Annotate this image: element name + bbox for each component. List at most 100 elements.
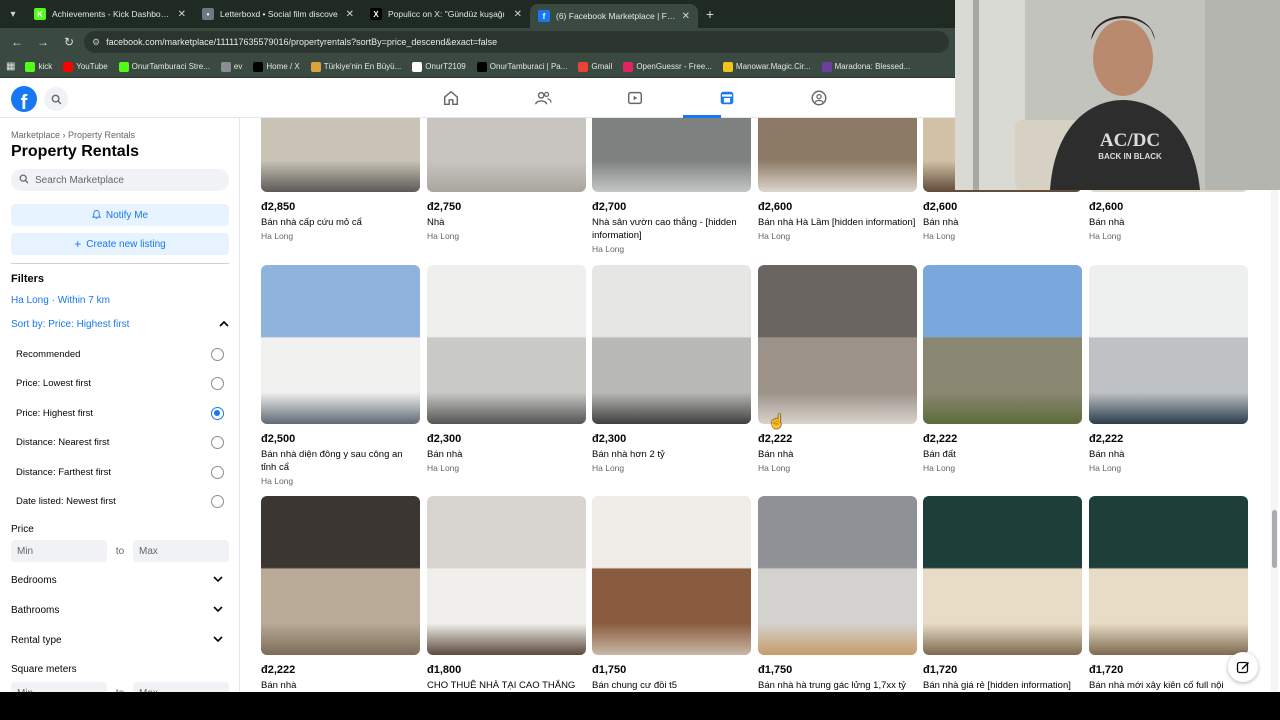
bookmark-item[interactable]: Türkiye'nin En Büyü...	[310, 61, 401, 72]
filter-dropdown[interactable]: Bathrooms	[11, 605, 223, 616]
marketplace-icon[interactable]	[681, 78, 773, 118]
apps-grid-icon[interactable]: ▦	[6, 61, 15, 72]
listing-card[interactable]: đ1,720 Bán nhà giá rẻ [hidden information…	[923, 496, 1082, 692]
listing-photo[interactable]	[427, 265, 586, 424]
browser-tab[interactable]: K Achievements - Kick Dashboard ✕	[26, 0, 194, 28]
chevron-down-icon	[213, 635, 223, 646]
bookmark-item[interactable]: YouTube	[63, 61, 108, 72]
radio-button[interactable]	[211, 348, 224, 361]
bookmark-item[interactable]: OnurT2109	[412, 61, 466, 72]
listing-photo[interactable]	[427, 496, 586, 655]
listing-card[interactable]: đ2,600 Bán nhà Hà Lầm [hidden information…	[758, 118, 917, 241]
notify-me-button[interactable]: Notify Me	[11, 204, 229, 226]
listing-photo[interactable]	[1089, 265, 1248, 424]
listing-card[interactable]: đ2,850 Bán nhà cấp cứu mỏ cẩ Ha Long	[261, 118, 420, 241]
browser-tab[interactable]: • Letterboxd • Social film discove ✕	[194, 0, 362, 28]
new-message-icon[interactable]	[1228, 652, 1258, 682]
home-icon[interactable]	[405, 78, 497, 118]
radio-button[interactable]	[211, 436, 224, 450]
sort-option[interactable]: Date listed: Newest first	[16, 495, 224, 508]
listing-photo[interactable]	[261, 265, 420, 424]
listing-card[interactable]: đ2,222 Bán nhà	[261, 496, 420, 692]
listing-card[interactable]: đ1,750 Bán chung cư đồi t5	[592, 496, 751, 692]
search-input[interactable]	[35, 174, 215, 186]
radio-button[interactable]	[211, 495, 224, 508]
listing-card[interactable]: đ2,222 Bán nhà Ha Long	[1089, 265, 1248, 473]
site-settings-icon[interactable]: ⚙	[92, 37, 100, 48]
bookmark-label: Maradona: Blessed...	[834, 62, 911, 71]
radio-button[interactable]	[211, 465, 224, 479]
listing-card[interactable]: đ1,800 CHO THUÊ NHÀ TẠI CAO THẮNG	[427, 496, 586, 692]
bookmark-item[interactable]: Gmail	[578, 61, 612, 72]
tab-search-chevron-icon[interactable]: ▾	[0, 0, 26, 28]
listing-card[interactable]: đ2,222 Bán nhà Ha Long	[758, 265, 917, 473]
bookmark-item[interactable]: Maradona: Blessed...	[821, 61, 911, 72]
listing-card[interactable]: đ1,750 Bán nhà hà trung gác lửng 1,7xx tỷ	[758, 496, 917, 692]
listing-photo[interactable]	[261, 118, 420, 192]
listing-photo[interactable]	[427, 118, 586, 192]
close-tab-icon[interactable]: ✕	[514, 9, 522, 20]
search-icon[interactable]	[44, 87, 68, 111]
location-filter-link[interactable]: Ha Long · Within 7 km	[11, 295, 110, 306]
bookmark-item[interactable]: ev	[220, 61, 242, 72]
max-sqm-input[interactable]	[133, 682, 229, 692]
listing-photo[interactable]	[592, 118, 751, 192]
close-tab-icon[interactable]: ✕	[346, 9, 354, 20]
listing-photo[interactable]	[758, 118, 917, 192]
bookmark-item[interactable]: OnurTamburaci Stre...	[118, 61, 210, 72]
radio-button[interactable]	[211, 377, 224, 391]
sort-option[interactable]: Distance: Farthest first	[16, 465, 224, 479]
listing-card[interactable]: đ2,700 Nhà sân vườn cao thắng - [hidden i…	[592, 118, 751, 254]
min-price-input[interactable]	[11, 540, 107, 562]
listing-photo[interactable]	[758, 265, 917, 424]
bookmark-item[interactable]: kick	[25, 61, 52, 72]
listing-photo[interactable]	[923, 496, 1082, 655]
bookmark-item[interactable]: Manowar.Magic.Cir...	[722, 61, 811, 72]
listing-photo[interactable]	[592, 265, 751, 424]
max-price-input[interactable]	[133, 540, 229, 562]
listing-card[interactable]: đ2,300 Bán nhà hơn 2 tỷ Ha Long	[592, 265, 751, 473]
close-tab-icon[interactable]: ✕	[682, 11, 690, 22]
listing-photo[interactable]	[592, 496, 751, 655]
min-sqm-input[interactable]	[11, 682, 107, 692]
sort-by-dropdown[interactable]: Sort by: Price: Highest first	[11, 319, 229, 330]
browser-tab[interactable]: X Populicc on X: "Gündüz kuşağı ✕	[362, 0, 530, 28]
bookmark-item[interactable]: OpenGuessr - Free...	[623, 61, 712, 72]
sort-option[interactable]: Distance: Nearest first	[16, 436, 224, 450]
page-scrollbar[interactable]	[1271, 120, 1278, 692]
sort-option[interactable]: Price: Lowest first	[16, 377, 224, 391]
facebook-logo-icon[interactable]: f	[11, 86, 37, 112]
marketplace-search[interactable]	[11, 169, 229, 191]
filter-dropdown[interactable]: Rental type	[11, 635, 223, 646]
listing-card[interactable]: đ2,500 Bán nhà diện đông y sau công an tỉ…	[261, 265, 420, 486]
scrollbar-thumb[interactable]	[1272, 510, 1277, 568]
bookmark-item[interactable]: OnurTamburaci | Pa...	[476, 61, 567, 72]
bookmark-item[interactable]: Home / X	[253, 61, 300, 72]
listing-photo[interactable]	[1089, 496, 1248, 655]
back-arrow-icon[interactable]: ←	[6, 31, 28, 53]
create-listing-button[interactable]: + Create new listing	[11, 233, 229, 255]
url-field[interactable]: ⚙ facebook.com/marketplace/1111176355790…	[84, 31, 949, 53]
sort-option[interactable]: Recommended	[16, 348, 224, 361]
listing-photo[interactable]	[261, 496, 420, 655]
forward-arrow-icon[interactable]: →	[32, 31, 54, 53]
close-tab-icon[interactable]: ✕	[178, 9, 186, 20]
groups-icon[interactable]	[773, 78, 865, 118]
listing-card[interactable]: đ2,222 Bán đất Ha Long	[923, 265, 1082, 473]
new-tab-button[interactable]: +	[698, 6, 722, 22]
video-icon[interactable]	[589, 78, 681, 118]
radio-button[interactable]	[211, 406, 224, 420]
listing-card[interactable]: đ2,300 Bán nhà Ha Long	[427, 265, 586, 473]
breadcrumb[interactable]: Marketplace › Property Rentals	[11, 130, 135, 140]
square-meters-range: to	[11, 682, 229, 692]
reload-icon[interactable]: ↻	[58, 31, 80, 53]
filter-dropdown[interactable]: Bedrooms	[11, 575, 223, 586]
listing-card[interactable]: đ2,750 Nhà Ha Long	[427, 118, 586, 241]
browser-tab[interactable]: f (6) Facebook Marketplace | Face ✕	[530, 4, 698, 28]
listing-card[interactable]: đ1,720 Bán nhà mới xây kiên cố full nội	[1089, 496, 1248, 692]
friends-icon[interactable]	[497, 78, 589, 118]
sort-option[interactable]: Price: Highest first	[16, 406, 224, 420]
listing-photo[interactable]	[923, 265, 1082, 424]
listing-photo[interactable]	[758, 496, 917, 655]
filter-dropdown[interactable]: Square meters	[11, 664, 223, 675]
